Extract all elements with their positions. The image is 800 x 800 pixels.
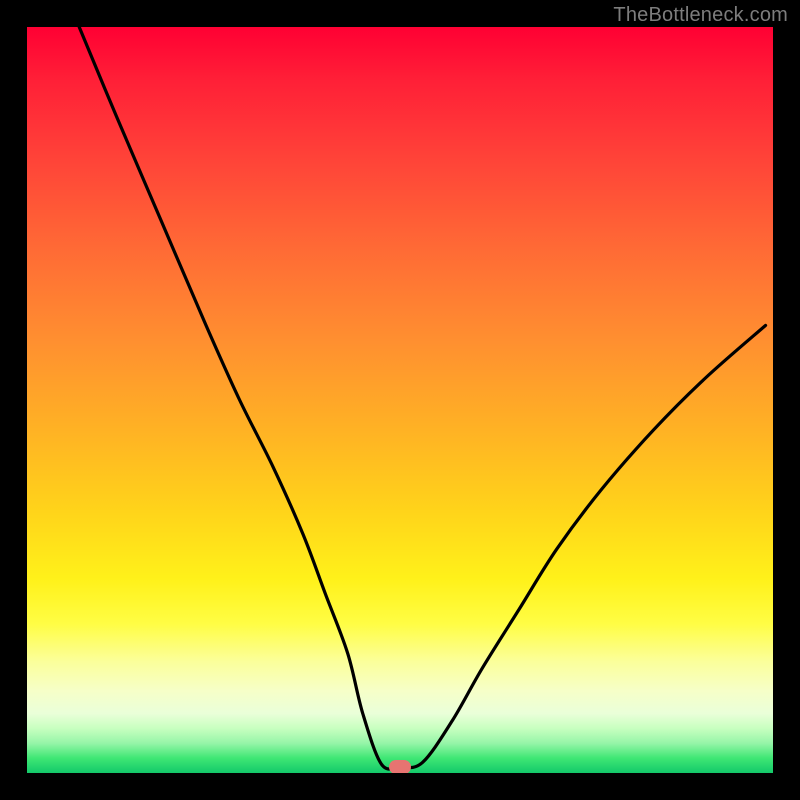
bottleneck-curve	[27, 27, 773, 773]
optimum-marker	[389, 760, 411, 773]
chart-container: TheBottleneck.com	[0, 0, 800, 800]
watermark-text: TheBottleneck.com	[613, 4, 788, 27]
plot-area	[27, 27, 773, 773]
